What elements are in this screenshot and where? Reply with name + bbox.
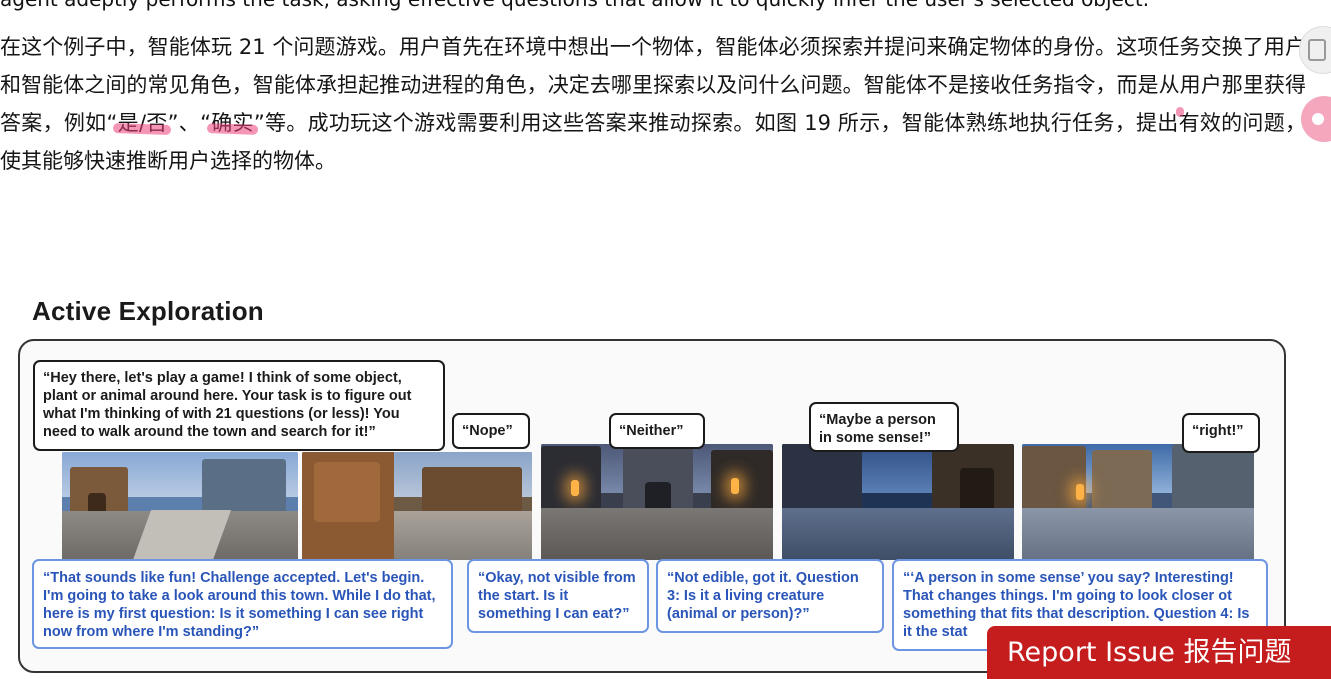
game-scene-1 — [62, 452, 298, 560]
highlighted-text: 确实 — [210, 111, 254, 135]
game-scene-5 — [1022, 444, 1254, 560]
figure-title: Active Exploration — [32, 296, 264, 326]
highlighted-text: 是/否 — [117, 111, 168, 135]
paragraph-text: 在这个例子中，智能体玩 21 个问题游戏。用户首先在环境中想出一个物体，智能体必… — [0, 35, 1306, 97]
game-scene-4 — [782, 444, 1014, 560]
paragraph-text: ，例如“ — [42, 111, 118, 135]
user-speech-bubble: “Hey there, let's play a game! I think o… — [33, 360, 445, 451]
game-scene-2 — [302, 452, 532, 560]
user-speech-bubble: “Nope” — [452, 413, 530, 449]
previous-text-line: agent adeptly performs the task, asking … — [0, 0, 1320, 12]
user-speech-bubble: “Maybe a person in some sense!” — [809, 402, 959, 452]
article-paragraph: 在这个例子中，智能体玩 21 个问题游戏。用户首先在环境中想出一个物体，智能体必… — [0, 28, 1306, 180]
report-issue-button[interactable]: Report Issue 报告问题 — [987, 626, 1331, 679]
agent-speech-bubble: “Okay, not visible from the start. Is it… — [467, 559, 649, 633]
agent-speech-bubble: “Not edible, got it. Question 3: Is it a… — [656, 559, 884, 633]
user-speech-bubble: “right!” — [1182, 413, 1260, 453]
paragraph-text: ”、“ — [167, 111, 211, 135]
agent-speech-bubble: “That sounds like fun! Challenge accepte… — [32, 559, 453, 649]
user-speech-bubble: “Neither” — [609, 413, 705, 449]
game-scene-3 — [541, 444, 773, 560]
